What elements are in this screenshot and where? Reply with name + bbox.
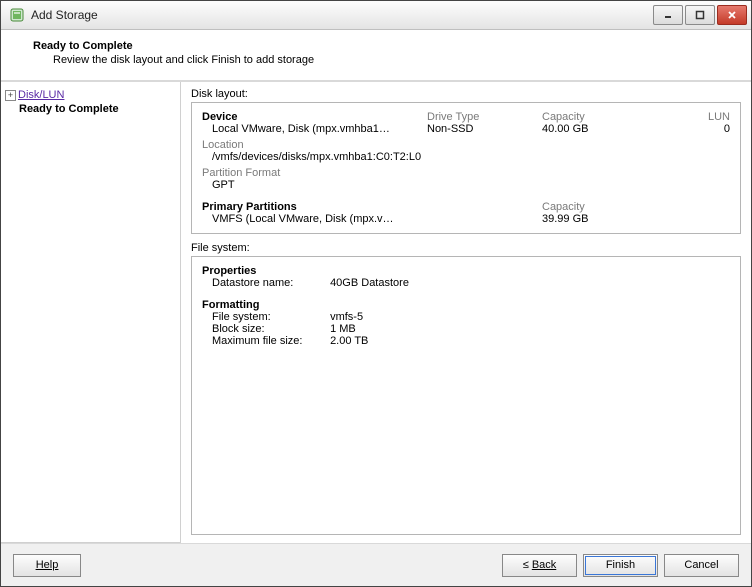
wizard-footer: Help ≤ Back Finish Cancel (1, 543, 751, 586)
drive-type-header: Drive Type (427, 111, 542, 123)
partition-capacity: 39.99 GB (542, 213, 662, 225)
file-system-panel: Properties Datastore name: 40GB Datastor… (191, 256, 741, 535)
partitions-header-row: Primary Partitions Capacity (202, 201, 730, 213)
location-label: Location (202, 139, 730, 151)
max-file-size-label: Maximum file size: (212, 335, 327, 347)
properties-heading: Properties (202, 265, 730, 277)
wizard-body: + Disk/LUN Ready to Complete Disk layout… (1, 81, 751, 543)
partition-format-value: GPT (202, 179, 730, 191)
minimize-button[interactable] (653, 5, 683, 25)
formatting-heading: Formatting (202, 299, 730, 311)
back-button[interactable]: ≤ Back (502, 554, 577, 577)
block-size-label: Block size: (212, 323, 327, 335)
maximize-button[interactable] (685, 5, 715, 25)
close-button[interactable] (717, 5, 747, 25)
step-ready-to-complete: Ready to Complete (19, 102, 176, 116)
device-header-row: Device Drive Type Capacity LUN (202, 111, 730, 123)
finish-button[interactable]: Finish (583, 554, 658, 577)
add-storage-window: Add Storage Ready to Complete Review the… (0, 0, 752, 587)
max-file-size-value: 2.00 TB (330, 335, 368, 347)
cancel-button[interactable]: Cancel (664, 554, 739, 577)
tree-expand-icon[interactable]: + (5, 90, 16, 101)
lun-header: LUN (662, 111, 730, 123)
titlebar: Add Storage (1, 1, 751, 30)
location-value: /vmfs/devices/disks/mpx.vmhba1:C0:T2:L0 (202, 151, 730, 163)
partition-format-label: Partition Format (202, 167, 730, 179)
device-drive-type: Non-SSD (427, 123, 542, 135)
page-subtitle: Review the disk layout and click Finish … (53, 54, 743, 66)
device-row: Local VMware, Disk (mpx.vmhba1… Non-SSD … (202, 123, 730, 135)
help-button[interactable]: Help (13, 554, 81, 577)
block-size-row: Block size: 1 MB (202, 323, 730, 335)
back-button-label: Back (532, 559, 556, 571)
window-controls (653, 5, 747, 25)
page-title: Ready to Complete (33, 40, 743, 52)
primary-partitions-header: Primary Partitions (202, 201, 427, 213)
disk-layout-panel: Device Drive Type Capacity LUN Local VMw… (191, 102, 741, 234)
datastore-name-label: Datastore name: (212, 277, 327, 289)
fs-type-label: File system: (212, 311, 327, 323)
block-size-value: 1 MB (330, 323, 356, 335)
cancel-button-label: Cancel (684, 559, 718, 571)
partition-row: VMFS (Local VMware, Disk (mpx.v… 39.99 G… (202, 213, 730, 225)
help-button-label: Help (36, 559, 59, 571)
file-system-section: File system: Properties Datastore name: … (191, 242, 741, 535)
step-disk-lun-label[interactable]: Disk/LUN (18, 89, 64, 101)
window-title: Add Storage (31, 8, 653, 22)
wizard-steps: + Disk/LUN Ready to Complete (1, 82, 181, 543)
device-capacity: 40.00 GB (542, 123, 662, 135)
device-header: Device (202, 111, 427, 123)
fs-type-value: vmfs-5 (330, 311, 363, 323)
finish-button-label: Finish (606, 559, 635, 571)
step-disk-lun[interactable]: + Disk/LUN (5, 88, 176, 102)
disk-layout-label: Disk layout: (191, 88, 741, 100)
partition-capacity-header: Capacity (542, 201, 662, 213)
datastore-name-value: 40GB Datastore (330, 277, 409, 289)
capacity-header: Capacity (542, 111, 662, 123)
max-file-size-row: Maximum file size: 2.00 TB (202, 335, 730, 347)
app-icon (9, 7, 25, 23)
partition-name: VMFS (Local VMware, Disk (mpx.v… (212, 213, 427, 225)
wizard-content: Disk layout: Device Drive Type Capacity … (181, 82, 751, 543)
device-lun: 0 (662, 123, 730, 135)
wizard-header: Ready to Complete Review the disk layout… (1, 30, 751, 81)
file-system-label: File system: (191, 242, 741, 254)
device-name: Local VMware, Disk (mpx.vmhba1… (212, 123, 427, 135)
datastore-name-row: Datastore name: 40GB Datastore (202, 277, 730, 289)
fs-row: File system: vmfs-5 (202, 311, 730, 323)
disk-layout-section: Disk layout: Device Drive Type Capacity … (191, 88, 741, 234)
